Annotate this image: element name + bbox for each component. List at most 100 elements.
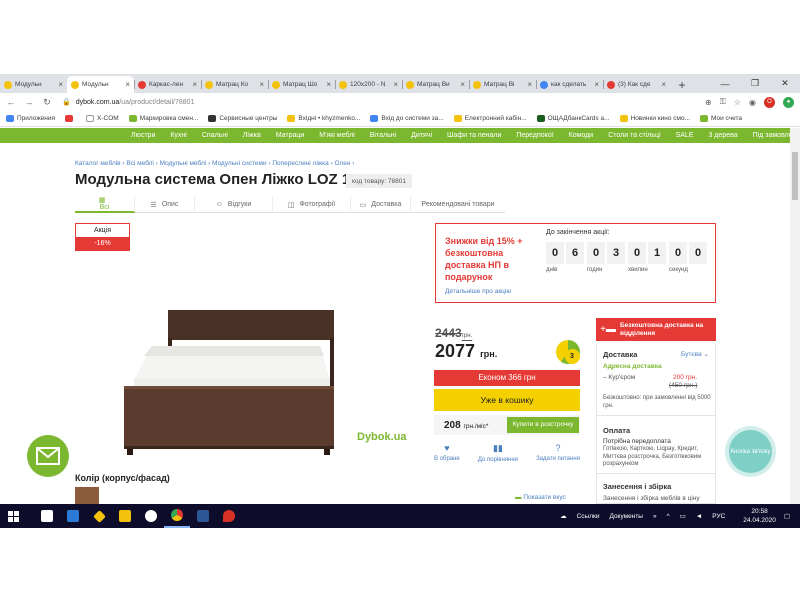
bookmark-item[interactable]: Вхідні • khyzmenko... — [287, 115, 360, 122]
close-tab-icon[interactable]: × — [192, 80, 197, 89]
site-nav-item[interactable]: Дитячі — [411, 132, 432, 139]
star-icon[interactable]: ☆ — [734, 98, 741, 107]
tab-recommended[interactable]: Рекомендовані товари — [411, 196, 505, 213]
chevron-right-icon[interactable]: » — [653, 513, 657, 520]
forward-icon[interactable]: → — [22, 97, 36, 107]
tab-description[interactable]: ☰ Опис — [135, 196, 195, 213]
minimize-icon[interactable]: — — [710, 79, 740, 89]
browser-tab[interactable]: 120x200 - N × — [335, 76, 402, 93]
scrollbar-thumb[interactable] — [792, 152, 798, 200]
bookmark-item[interactable]: Новинки кино смо... — [619, 115, 690, 122]
volume-icon[interactable]: ◄ — [696, 513, 702, 520]
site-nav-item[interactable]: 3 дерева — [709, 132, 738, 139]
browser-tab[interactable]: Модульн × — [0, 76, 67, 93]
mail-button[interactable] — [27, 435, 69, 477]
network-icon[interactable]: ▭ — [680, 512, 686, 520]
tab-reviews[interactable]: ☺ Відгуки — [195, 196, 273, 213]
language-indicator[interactable]: РУС — [712, 513, 725, 520]
site-nav-item[interactable]: М'які меблі — [319, 132, 354, 139]
browser-tab[interactable]: как сделать × — [536, 76, 603, 93]
bookmark-item[interactable]: Приложения — [6, 115, 55, 122]
site-nav-item[interactable]: Спальні — [202, 132, 228, 139]
bookmark-item[interactable] — [65, 115, 76, 122]
page-scrollbar[interactable] — [790, 128, 800, 504]
app-taskbar-icon[interactable] — [86, 504, 112, 528]
key-icon[interactable]: ⚿ — [720, 97, 726, 107]
browser-tab[interactable]: Матрац Ко × — [201, 76, 268, 93]
site-nav-item[interactable]: SALE — [676, 132, 694, 139]
promo-details-link[interactable]: Детальніше про акцію — [445, 288, 511, 295]
back-icon[interactable]: ← — [4, 97, 18, 107]
contact-widget-button[interactable]: Кнопка зв'язку — [729, 430, 772, 473]
close-tab-icon[interactable]: × — [460, 80, 465, 89]
buy-installment-button[interactable]: Купити в розстрочку — [507, 417, 579, 433]
app2-taskbar-icon[interactable] — [138, 504, 164, 528]
mail-taskbar-icon[interactable] — [60, 504, 86, 528]
site-nav-item[interactable]: Ліжка — [243, 132, 261, 139]
cart-button[interactable]: Уже в кошику — [434, 389, 580, 411]
tab-all[interactable]: ▦ Всі — [75, 196, 135, 213]
chrome-taskbar-icon[interactable] — [164, 504, 190, 528]
tab-delivery[interactable]: ▭ Доставка — [351, 196, 411, 213]
tray-links[interactable]: Ссылки — [577, 513, 600, 520]
show-size-link[interactable]: ▬ Показати вкус — [515, 494, 566, 501]
close-tab-icon[interactable]: × — [259, 80, 264, 89]
courier-option[interactable]: – Кур'єром — [603, 374, 635, 381]
extension-icon[interactable]: ◉ — [749, 98, 756, 107]
close-tab-icon[interactable]: × — [125, 80, 130, 89]
browser-tab[interactable]: Модульн × — [67, 76, 134, 93]
bookmark-item[interactable]: Сервисные центры — [208, 115, 277, 122]
compare-action[interactable]: ▮▮ До порівняння — [478, 443, 518, 463]
question-action[interactable]: ? Задати питання — [536, 443, 580, 463]
bookmark-item[interactable]: Маркировка смен... — [128, 115, 198, 122]
cloud-icon[interactable]: ☁ — [560, 512, 567, 520]
bookmark-item[interactable]: X-COM — [86, 115, 119, 122]
url-field[interactable]: 🔒 dybok.com.ua /ua/product/detail/78801 — [62, 95, 692, 109]
close-window-icon[interactable]: ✕ — [770, 78, 800, 89]
browser-tab[interactable]: Каркас-лен × — [134, 76, 201, 93]
browser-tab[interactable]: Матрац Шо × — [268, 76, 335, 93]
notifications-icon[interactable]: ▢ — [784, 512, 790, 520]
word-taskbar-icon[interactable] — [190, 504, 216, 528]
close-tab-icon[interactable]: × — [58, 80, 63, 89]
breadcrumb[interactable]: Каталог меблів › Всі меблі › Модульні ме… — [75, 160, 354, 167]
browser-tab[interactable]: Матрац Ви × — [402, 76, 469, 93]
explorer-taskbar-icon[interactable] — [112, 504, 138, 528]
site-nav-item[interactable]: Матраци — [276, 132, 305, 139]
clock[interactable]: 20:58 24.04.2020 — [743, 507, 776, 525]
site-nav-item[interactable]: Комоди — [569, 132, 594, 139]
close-tab-icon[interactable]: × — [594, 80, 599, 89]
store-taskbar-icon[interactable] — [34, 504, 60, 528]
tray-expand-icon[interactable]: ^ — [667, 513, 670, 520]
site-nav-item[interactable]: Столи та стільці — [608, 132, 660, 139]
reload-icon[interactable]: ↻ — [40, 97, 54, 108]
bookmark-item[interactable]: ОЩАДбанкCards a... — [536, 115, 610, 122]
tab-photos[interactable]: ◫ Фотографії — [273, 196, 351, 213]
site-nav-item[interactable]: Вітальні — [370, 132, 396, 139]
browser-tab[interactable]: Матрац Ві × — [469, 76, 536, 93]
bookmark-item[interactable]: Вхід до системи за... — [370, 115, 444, 122]
browser-tab[interactable]: (3) Как сде × — [603, 76, 670, 93]
maximize-icon[interactable]: ❐ — [740, 78, 770, 89]
city-select[interactable]: Бутєва ⌄ — [681, 350, 709, 358]
tray-documents[interactable]: Документы — [609, 513, 643, 520]
site-nav-item[interactable]: Кухні — [170, 132, 187, 139]
color-swatch[interactable] — [75, 487, 99, 504]
bookmark-item[interactable]: Електронний кабін... — [453, 115, 527, 122]
bookmark-item[interactable]: Мои счета — [700, 115, 742, 122]
opera-extension-icon[interactable]: O — [764, 96, 775, 108]
favorite-action[interactable]: ♥ В обране — [434, 443, 460, 463]
site-nav-item[interactable]: Шафи та пенали — [447, 132, 501, 139]
close-tab-icon[interactable]: × — [527, 80, 532, 89]
start-button[interactable] — [0, 504, 26, 528]
app3-taskbar-icon[interactable] — [216, 504, 242, 528]
close-tab-icon[interactable]: × — [393, 80, 398, 89]
economy-button[interactable]: Економ 366 грн — [434, 370, 580, 386]
profile-avatar-icon[interactable]: ● — [783, 96, 794, 108]
new-tab-button[interactable]: + — [674, 76, 690, 93]
site-nav-item[interactable]: Люстри — [131, 132, 155, 139]
close-tab-icon[interactable]: × — [326, 80, 331, 89]
site-nav-item[interactable]: Передпокої — [516, 132, 553, 139]
close-tab-icon[interactable]: × — [661, 80, 666, 89]
product-image[interactable] — [124, 310, 334, 455]
